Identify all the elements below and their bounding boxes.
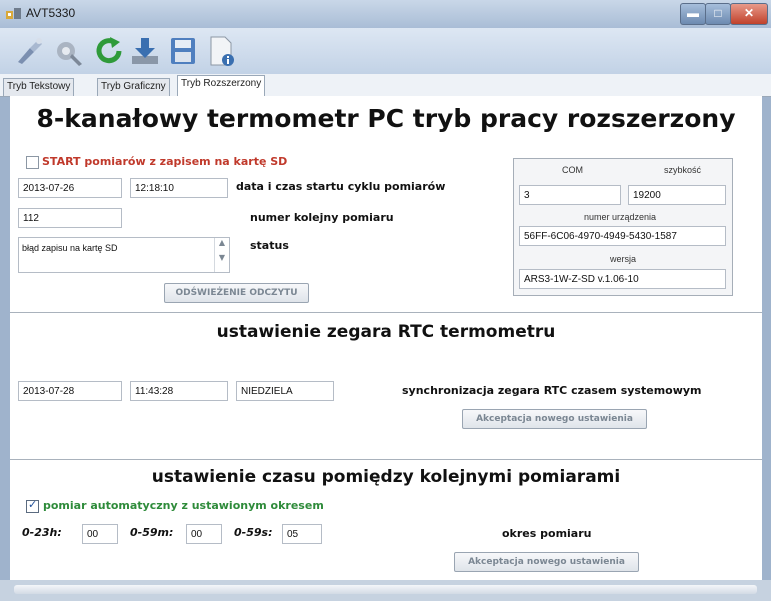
start-time-field[interactable]: 12:18:10 bbox=[130, 178, 228, 198]
document-info-icon[interactable] bbox=[204, 34, 238, 68]
status-scrollbar[interactable]: ▲ ▼ bbox=[214, 238, 229, 272]
rtc-sync-label: synchronizacja zegara RTC czasem systemo… bbox=[402, 384, 702, 397]
refresh-reading-button[interactable]: ODŚWIEŻENIE ODCZYTU bbox=[164, 283, 309, 303]
version-field[interactable]: ARS3-1W-Z-SD v.1.06-10 bbox=[519, 269, 726, 289]
rtc-date-field[interactable]: 2013-07-28 bbox=[18, 381, 122, 401]
tab-text-mode[interactable]: Tryb Tekstowy bbox=[3, 78, 75, 96]
divider-1 bbox=[10, 312, 762, 313]
period-label: okres pomiaru bbox=[502, 527, 592, 540]
com-field[interactable]: 3 bbox=[519, 185, 621, 205]
checkmark-icon: ✓ bbox=[28, 498, 38, 511]
speed-field[interactable]: 19200 bbox=[628, 185, 726, 205]
hours-field[interactable]: 00 bbox=[82, 524, 118, 544]
minutes-label: 0-59m: bbox=[130, 526, 174, 539]
speed-label: szybkość bbox=[664, 165, 702, 175]
rtc-accept-button[interactable]: Akceptacja nowego ustawienia bbox=[462, 409, 647, 429]
divider-2 bbox=[10, 459, 762, 460]
rtc-day-field[interactable]: NIEDZIELA bbox=[236, 381, 334, 401]
measure-number-label: numer kolejny pomiaru bbox=[250, 211, 394, 224]
minimize-icon: ▬ bbox=[687, 6, 699, 20]
maximize-icon: □ bbox=[714, 6, 722, 20]
tab-graphic-mode[interactable]: Tryb Graficzny bbox=[97, 78, 170, 96]
auto-measure-label: pomiar automatyczny z ustawionym okresem bbox=[43, 499, 324, 512]
app-window: AVT5330 ▬ □ ✕ Tryb Tekstowy Tryb Graficz… bbox=[0, 0, 771, 601]
save-icon[interactable] bbox=[166, 34, 200, 68]
maximize-button[interactable]: □ bbox=[705, 3, 731, 25]
start-datetime-label: data i czas startu cyklu pomiarów bbox=[236, 180, 446, 193]
status-bar bbox=[0, 580, 771, 601]
settings-gear-icon[interactable] bbox=[52, 34, 86, 68]
close-icon: ✕ bbox=[743, 6, 755, 20]
minutes-field[interactable]: 00 bbox=[186, 524, 222, 544]
rtc-time-field[interactable]: 11:43:28 bbox=[130, 381, 228, 401]
status-textbox[interactable]: błąd zapisu na kartę SD ▲ ▼ bbox=[18, 237, 230, 273]
start-date-field[interactable]: 2013-07-26 bbox=[18, 178, 122, 198]
hours-label: 0-23h: bbox=[22, 526, 62, 539]
title-bar: AVT5330 ▬ □ ✕ bbox=[0, 0, 771, 28]
auto-measure-checkbox[interactable]: ✓ bbox=[26, 498, 39, 513]
device-number-field[interactable]: 56FF-6C06-4970-4949-5430-1587 bbox=[519, 226, 726, 246]
tab-strip: Tryb Tekstowy Tryb Graficzny Tryb Rozsze… bbox=[0, 74, 771, 97]
measure-number-field[interactable]: 112 bbox=[18, 208, 122, 228]
scroll-up-icon[interactable]: ▲ bbox=[215, 238, 229, 247]
tab-extended-mode[interactable]: Tryb Rozszerzony bbox=[177, 75, 266, 97]
start-sd-checkbox[interactable] bbox=[26, 156, 39, 169]
interval-accept-button[interactable]: Akceptacja nowego ustawienia bbox=[454, 552, 639, 572]
status-value: błąd zapisu na kartę SD bbox=[22, 243, 118, 253]
seconds-field[interactable]: 05 bbox=[282, 524, 322, 544]
com-settings-box: COM szybkość 3 19200 numer urządzenia 56… bbox=[513, 158, 733, 296]
extended-mode-panel: 8-kanałowy termometr PC tryb pracy rozsz… bbox=[10, 96, 762, 580]
interval-section-title: ustawienie czasu pomiędzy kolejnymi pomi… bbox=[151, 467, 621, 487]
status-label: status bbox=[250, 239, 289, 252]
version-label: wersja bbox=[610, 254, 637, 264]
close-button[interactable]: ✕ bbox=[730, 3, 768, 25]
com-label: COM bbox=[562, 165, 583, 175]
refresh-icon[interactable] bbox=[92, 34, 126, 68]
status-bar-track bbox=[14, 585, 757, 594]
app-icon bbox=[6, 8, 21, 19]
download-icon[interactable] bbox=[128, 34, 162, 68]
window-title: AVT5330 bbox=[26, 6, 76, 20]
toolbar bbox=[0, 28, 771, 74]
device-number-label: numer urządzenia bbox=[584, 212, 657, 222]
start-sd-label: START pomiarów z zapisem na kartę SD bbox=[42, 155, 288, 168]
connect-icon[interactable] bbox=[12, 34, 46, 68]
rtc-section-title: ustawienie zegara RTC termometru bbox=[216, 322, 556, 342]
seconds-label: 0-59s: bbox=[234, 526, 273, 539]
scroll-down-icon[interactable]: ▼ bbox=[215, 253, 229, 262]
minimize-button[interactable]: ▬ bbox=[680, 3, 706, 25]
page-title: 8-kanałowy termometr PC tryb pracy rozsz… bbox=[36, 104, 736, 133]
